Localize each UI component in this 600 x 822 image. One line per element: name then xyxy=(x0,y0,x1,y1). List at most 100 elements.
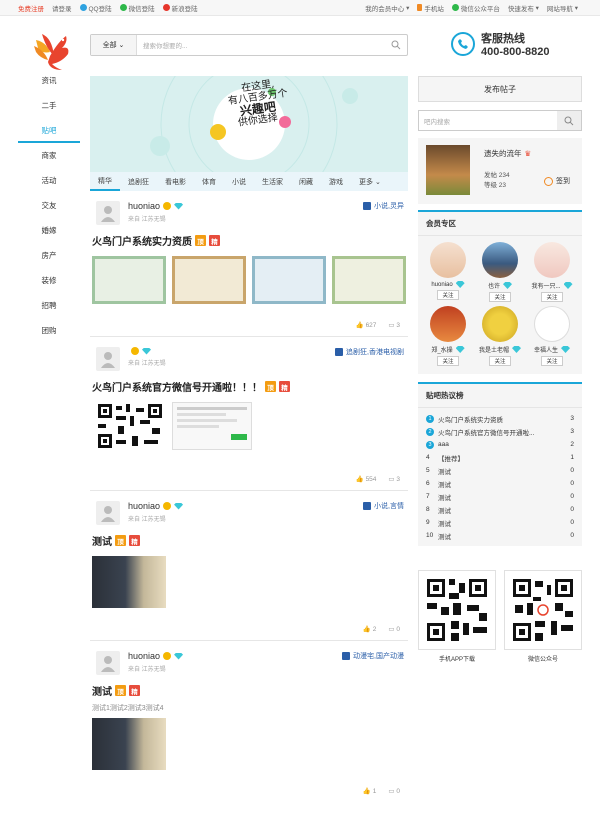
tab-novels[interactable]: 小说 xyxy=(224,177,254,187)
rank-row[interactable]: 8 测试 0 xyxy=(426,503,574,516)
like-count[interactable]: 👍 1 xyxy=(363,787,377,795)
screenshot-image[interactable] xyxy=(172,402,252,450)
username[interactable]: huoniao xyxy=(128,201,160,211)
post-item[interactable]: huoniao 来自 江苏无锡 小说,灵异 火鸟门户系统实力资质顶精 👍 627… xyxy=(90,191,408,337)
post-tag[interactable]: 小说,言情 xyxy=(363,501,404,511)
qq-login-link[interactable]: QQ登陆 xyxy=(79,3,112,13)
certificate-image[interactable] xyxy=(252,256,326,304)
comment-count[interactable]: ▭ 3 xyxy=(388,475,400,483)
post-title[interactable]: 测试 xyxy=(92,683,112,698)
nav-item-housing[interactable]: 房产 xyxy=(18,243,80,268)
tab-life[interactable]: 生活家 xyxy=(254,177,291,187)
member-avatar[interactable] xyxy=(482,306,518,342)
user-avatar[interactable] xyxy=(96,501,120,525)
mobile-link[interactable]: 手机站 xyxy=(417,3,444,13)
member-center-link[interactable]: 我的会员中心 ▾ xyxy=(365,3,409,13)
follow-button[interactable]: 关注 xyxy=(437,290,459,300)
wx-public-link[interactable]: 微信公众平台 xyxy=(451,3,500,13)
wechat-login-link[interactable]: 微信登陆 xyxy=(119,3,155,13)
nav-item-shops[interactable]: 商家 xyxy=(18,143,80,168)
rank-row[interactable]: 9 测试 0 xyxy=(426,516,574,529)
user-photo[interactable] xyxy=(426,145,470,195)
register-link[interactable]: 免费注册 xyxy=(18,3,44,13)
user-avatar[interactable] xyxy=(96,651,120,675)
post-tag[interactable]: 动漫宅,国产动漫 xyxy=(342,651,404,661)
member-avatar[interactable] xyxy=(430,242,466,278)
quick-publish-link[interactable]: 快速发布 ▾ xyxy=(508,3,539,13)
rank-row[interactable]: 3 aaa 2 xyxy=(426,438,574,451)
member-avatar[interactable] xyxy=(430,306,466,342)
like-count[interactable]: 👍 554 xyxy=(356,475,377,483)
nav-item-secondhand[interactable]: 二手 xyxy=(18,93,80,118)
photo-image[interactable] xyxy=(92,718,166,770)
follow-button[interactable]: 关注 xyxy=(437,356,459,366)
nav-item-groupbuy[interactable]: 团购 xyxy=(18,318,80,343)
post-title[interactable]: 火鸟门户系统官方微信号开通啦！！！ xyxy=(92,379,262,394)
rank-row[interactable]: 1 火鸟门户系统实力资质 3 xyxy=(426,412,574,425)
post-item[interactable]: 来自 江苏无锡 追剧狂,香港电视剧 火鸟门户系统官方微信号开通啦！！！顶精 👍 … xyxy=(90,337,408,491)
certificate-image[interactable] xyxy=(172,256,246,304)
rank-row[interactable]: 5 测试 0 xyxy=(426,464,574,477)
follow-button[interactable]: 关注 xyxy=(541,356,563,366)
qr-code-image[interactable] xyxy=(96,402,164,450)
user-avatar[interactable] xyxy=(96,347,120,371)
comment-count[interactable]: ▭ 0 xyxy=(388,625,400,633)
tab-more[interactable]: 更多 ⌄ xyxy=(351,177,389,187)
rank-row[interactable]: 7 测试 0 xyxy=(426,490,574,503)
tab-movies[interactable]: 看电影 xyxy=(157,177,194,187)
publish-post-button[interactable]: 发布帖子 xyxy=(418,76,582,102)
user-name[interactable]: 遗失的流年 ♛ xyxy=(484,148,531,159)
member-avatar[interactable] xyxy=(534,242,570,278)
username[interactable]: huoniao xyxy=(128,651,160,661)
nav-item-events[interactable]: 活动 xyxy=(18,168,80,193)
tab-drama[interactable]: 追剧狂 xyxy=(120,177,157,187)
tab-sports[interactable]: 体育 xyxy=(194,177,224,187)
post-item[interactable]: huoniao 来自 江苏无锡 小说,言情 测试顶精 👍 2 ▭ 0 xyxy=(90,491,408,641)
member-avatar[interactable] xyxy=(482,242,518,278)
rank-row[interactable]: 10 测试 0 xyxy=(426,529,574,542)
tab-games[interactable]: 游戏 xyxy=(321,177,351,187)
certificate-image[interactable] xyxy=(332,256,406,304)
nav-item-tieba[interactable]: 贴吧 xyxy=(18,118,80,143)
bar-search-input[interactable]: 吧内搜索 xyxy=(419,116,557,126)
post-title[interactable]: 火鸟门户系统实力资质 xyxy=(92,233,192,248)
tab-essence[interactable]: 精华 xyxy=(90,172,120,191)
banner[interactable]: 在这里, 有八百多万个 兴趣吧 供你选择 xyxy=(90,76,408,172)
post-item[interactable]: huoniao 来自 江苏无锡 动漫宅,国产动漫 测试顶精 测试1测试2测试3测… xyxy=(90,641,408,801)
tab-collection[interactable]: 闲藏 xyxy=(291,177,321,187)
wechat-qr-code[interactable] xyxy=(504,570,582,650)
rank-row[interactable]: 4 【推荐】 1 xyxy=(426,451,574,464)
post-tag[interactable]: 追剧狂,香港电视剧 xyxy=(335,347,404,357)
like-count[interactable]: 👍 627 xyxy=(356,321,377,329)
app-qr-code[interactable] xyxy=(418,570,496,650)
signin-button[interactable]: 签到 xyxy=(544,176,570,186)
nav-item-decoration[interactable]: 装修 xyxy=(18,268,80,293)
nav-item-dating[interactable]: 交友 xyxy=(18,193,80,218)
post-tag[interactable]: 小说,灵异 xyxy=(363,201,404,211)
user-avatar[interactable] xyxy=(96,201,120,225)
weibo-login-link[interactable]: 新浪登陆 xyxy=(162,3,198,13)
nav-item-jobs[interactable]: 招聘 xyxy=(18,293,80,318)
nav-item-wedding[interactable]: 婚嫁 xyxy=(18,218,80,243)
phoenix-logo-icon[interactable] xyxy=(32,28,72,72)
comment-count[interactable]: ▭ 3 xyxy=(388,321,400,329)
photo-image[interactable] xyxy=(92,556,166,608)
search-input[interactable]: 搜索你想要的... xyxy=(137,40,385,50)
comment-count[interactable]: ▭ 0 xyxy=(388,787,400,795)
like-count[interactable]: 👍 2 xyxy=(363,625,377,633)
search-icon[interactable] xyxy=(557,111,581,130)
follow-button[interactable]: 关注 xyxy=(489,292,511,302)
search-category-select[interactable]: 全部 ⌄ xyxy=(91,35,137,55)
member-avatar[interactable] xyxy=(534,306,570,342)
certificate-image[interactable] xyxy=(92,256,166,304)
rank-row[interactable]: 6 测试 0 xyxy=(426,477,574,490)
site-nav-link[interactable]: 网站导航 ▾ xyxy=(547,3,578,13)
rank-row[interactable]: 2 火鸟门户系统官方微信号开通啦... 3 xyxy=(426,425,574,438)
login-link[interactable]: 请登录 xyxy=(52,3,72,13)
search-icon[interactable] xyxy=(385,35,407,55)
follow-button[interactable]: 关注 xyxy=(489,356,511,366)
username[interactable]: huoniao xyxy=(128,501,160,511)
follow-button[interactable]: 关注 xyxy=(541,292,563,302)
nav-item-news[interactable]: 资讯 xyxy=(18,68,80,93)
post-title[interactable]: 测试 xyxy=(92,533,112,548)
